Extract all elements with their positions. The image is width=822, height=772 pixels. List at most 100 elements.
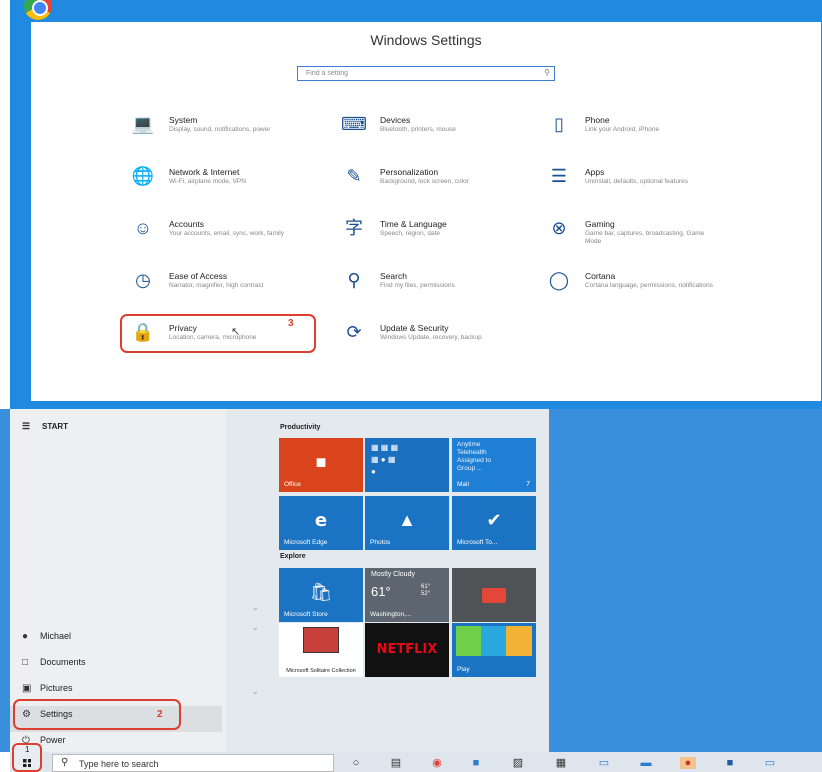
chrome-icon[interactable] [24,0,52,20]
category-name: Search [380,271,407,281]
office-icon: ■ [315,452,327,472]
group-title-explore: Explore [280,553,306,560]
netflix-tile[interactable]: NETFLIX [365,623,449,677]
taskbar-search-input[interactable] [79,758,279,770]
pictures-label: Pictures [40,683,73,693]
start-header[interactable]: ☰ START [22,421,68,432]
mail-tile[interactable]: Anytime Telehealth Assigned to Group ...… [452,438,536,492]
category-name: Personalization [380,167,439,177]
weather-condition: Mostly Cloudy [371,571,415,578]
zoom-icon[interactable]: ▭ [762,757,778,769]
category-system[interactable]: 💻 System Display, sound, notifications, … [129,113,319,157]
edge-tile[interactable]: e Microsoft Edge [279,496,363,550]
category-devices[interactable]: ⌨ Devices Bluetooth, printers, mouse [340,113,530,157]
category-name: Network & Internet [169,167,240,177]
mail-line: Group ... [457,465,483,472]
news-tile[interactable] [452,568,536,622]
chevron-down-icon[interactable]: ⌄ [252,687,259,696]
category-gaming[interactable]: ⊗ Gaming Game bar, captures, broadcastin… [545,217,735,261]
car-app-icon[interactable]: ▨ [510,757,526,769]
settings-highlight-box [13,699,181,730]
tile-label: Microsoft Store [284,611,328,618]
start-menu-tiles-pane: ⌄ ⌄ ⌄ Productivity ■ Office ▦ ▦ ▦ ▦ ● ▦ ● … [226,409,549,752]
apps-list-icon: ☰ [550,166,568,186]
photos-tile[interactable]: ▲ Photos [365,496,449,550]
laptop-icon: 💻 [131,114,155,134]
app-icon[interactable]: ▬ [638,757,654,769]
office-apps-tile[interactable]: ▦ ▦ ▦ ▦ ● ▦ ● [365,438,449,492]
start-button[interactable]: 1 [12,743,42,772]
power-label: Power [40,735,66,745]
calendar-icon[interactable]: ▦ [553,757,569,769]
mail-count-badge: 7 [526,481,530,488]
chrome-icon[interactable]: ◉ [429,757,445,769]
category-time-language[interactable]: 字 Time & Language Speech, region, date [340,217,530,261]
category-apps[interactable]: ☰ Apps Uninstall, defaults, optional fea… [545,165,735,209]
weather-high: 61° [421,584,431,590]
find-setting-box[interactable]: ⚲ [297,66,555,81]
category-desc: Display, sound, notifications, power [169,126,271,133]
checkmark-icon: ✔ [486,510,502,530]
solitaire-tile[interactable]: Microsoft Solitaire Collection [279,623,363,677]
category-name: Time & Language [380,219,447,229]
settings-title: Windows Settings [370,32,482,48]
category-desc: Link your Android, iPhone [585,126,660,133]
todo-tile[interactable]: ✔ Microsoft To... [452,496,536,550]
start-header-label: START [42,422,69,431]
documents-item[interactable]: □ Documents [22,657,86,677]
weather-hi-lo: 61° 52° [421,584,430,598]
user-account[interactable]: ● Michael [22,631,71,651]
document-icon: □ [22,657,29,668]
tile-label: Microsoft Edge [284,539,328,546]
mail-preview: Anytime Telehealth Assigned to Group ... [457,441,491,473]
step-number-2: 2 [157,709,163,720]
cortana-icon: ◯ [548,270,570,290]
desktop-background-top: Windows Settings ⚲ 💻 System Display, sou… [10,0,822,409]
cortana-icon[interactable]: ○ [348,757,364,769]
start-menu-left-pane: ☰ START ● Michael □ Documents ▣ Pictures ⚙ Se… [10,409,259,752]
pictures-icon: ▣ [22,683,32,694]
store-tile[interactable]: 🛍 Microsoft Store [279,568,363,622]
category-desc: Uninstall, defaults, optional features [585,178,688,185]
find-setting-input[interactable] [298,67,528,79]
hamburger-icon[interactable]: ☰ [22,421,42,432]
category-desc: Game bar, captures, broadcasting, Game M… [585,230,705,245]
news-icon [482,588,506,603]
category-name: Update & Security [380,323,449,333]
weather-tile[interactable]: Mostly Cloudy 61° 61° 52° Washington,... [365,568,449,622]
tile-label: Mail [457,481,469,488]
word-icon[interactable]: ■ [722,757,738,769]
person-icon: ☺ [133,218,153,238]
category-phone[interactable]: ▯ Phone Link your Android, iPhone [545,113,735,157]
group-title-productivity: Productivity [280,424,321,431]
tile-label: Microsoft To... [457,539,498,546]
category-personalization[interactable]: ✎ Personalization Background, lock scree… [340,165,530,209]
app-icon[interactable]: ▭ [596,757,612,769]
task-view-icon[interactable]: ▤ [388,757,404,769]
ease-of-access-icon: ◷ [135,270,151,290]
category-desc: Cortana language, permissions, notificat… [585,282,713,289]
category-update-security[interactable]: ⟳ Update & Security Windows Update, reco… [340,321,530,365]
paint-app-icon[interactable]: ● [680,757,696,769]
category-desc: Your accounts, email, sync, work, family [169,230,284,237]
play-tile[interactable]: Play [452,623,536,677]
tile-label: Office [284,481,301,488]
category-ease-of-access[interactable]: ◷ Ease of Access Narrator, magnifier, hi… [129,269,319,313]
office-tile[interactable]: ■ Office [279,438,363,492]
app-icon[interactable]: ■ [468,757,484,769]
category-desc: Windows Update, recovery, backup [380,334,482,341]
category-name: Phone [585,115,610,125]
category-search[interactable]: ⚲ Search Find my files, permissions [340,269,530,313]
category-network[interactable]: 🌐 Network & Internet Wi-Fi, airplane mod… [129,165,319,209]
chevron-down-icon[interactable]: ⌄ [252,623,259,632]
category-cortana[interactable]: ◯ Cortana Cortana language, permissions,… [545,269,735,313]
chevron-down-icon[interactable]: ⌄ [252,603,259,612]
taskbar-search-box[interactable]: ⚲ [52,754,334,772]
weather-temp: 61° [371,584,391,599]
category-accounts[interactable]: ☺ Accounts Your accounts, email, sync, w… [129,217,319,261]
cards-icon [303,627,339,653]
category-name: System [169,115,198,125]
paint-icon: ✎ [346,166,362,186]
edge-icon: e [314,510,328,531]
office-apps-icon: ▦ ▦ ▦ ▦ ● ▦ ● [371,443,399,476]
